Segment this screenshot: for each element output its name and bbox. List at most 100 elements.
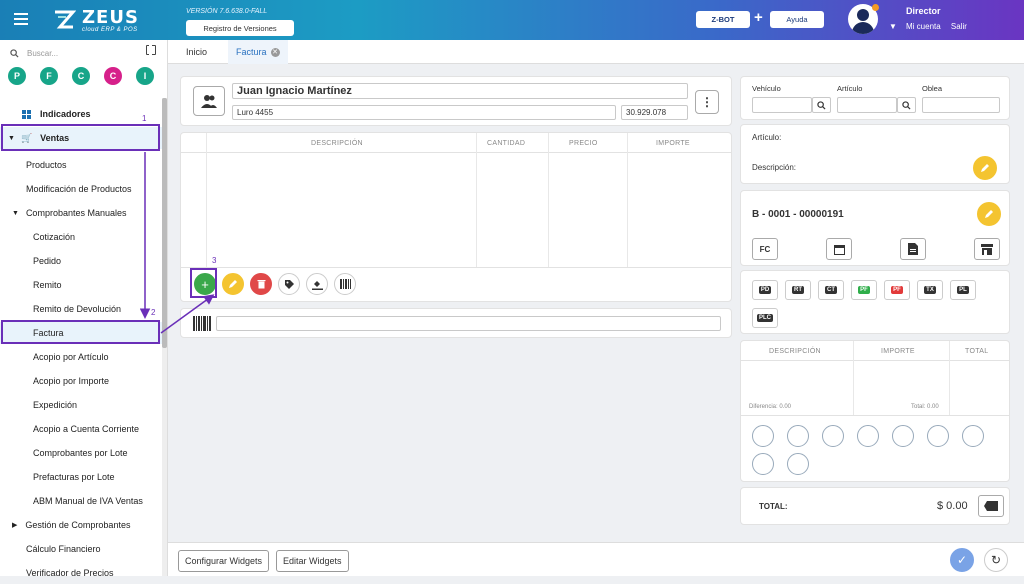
confirm-check-button[interactable]: ✓ bbox=[950, 548, 974, 572]
oblea-input[interactable] bbox=[922, 97, 1000, 113]
document-button[interactable] bbox=[900, 238, 926, 260]
doc-type-tx[interactable]: TX bbox=[917, 280, 943, 300]
sidebar-item-verificador-precios[interactable]: Verificador de Precios bbox=[0, 562, 162, 584]
articulo-search-button[interactable] bbox=[897, 97, 916, 113]
mi-cuenta-link[interactable]: Mi cuenta bbox=[906, 22, 941, 31]
wallet-icon[interactable] bbox=[822, 425, 844, 447]
sidebar-item-label: Indicadores bbox=[40, 109, 91, 119]
chevron-down-icon[interactable]: ▼ bbox=[889, 22, 897, 31]
col-precio: PRECIO bbox=[569, 140, 598, 147]
favorite-c[interactable]: C bbox=[72, 67, 90, 85]
articulo-input[interactable] bbox=[837, 97, 897, 113]
debit-card-icon[interactable] bbox=[857, 425, 879, 447]
tag-button[interactable] bbox=[278, 273, 300, 295]
edit-article-button[interactable] bbox=[973, 156, 997, 180]
doc-type-pd[interactable]: PD bbox=[752, 280, 778, 300]
search-input[interactable]: Buscar... bbox=[27, 49, 58, 58]
doc-type-rt[interactable]: RT bbox=[785, 280, 811, 300]
calendar-button[interactable] bbox=[826, 238, 852, 260]
sidebar-item-comprobantes-lote[interactable]: Comprobantes por Lote bbox=[0, 442, 162, 464]
client-address-field[interactable]: Luro 4455 bbox=[232, 105, 616, 120]
refresh-icon[interactable]: ↻ bbox=[984, 548, 1008, 572]
comprobante-type-button[interactable]: FC bbox=[752, 238, 778, 260]
barcode-input[interactable] bbox=[216, 316, 721, 331]
vehiculo-search-button[interactable] bbox=[812, 97, 831, 113]
doc-type-pl[interactable]: PL bbox=[950, 280, 976, 300]
doc-type-label: PL bbox=[957, 286, 969, 294]
doc-type-plc[interactable]: PLC bbox=[752, 308, 778, 328]
tab-factura[interactable]: Factura ✕ bbox=[228, 40, 288, 64]
doc-type-label: PLC bbox=[757, 314, 773, 322]
salir-link[interactable]: Salir bbox=[951, 22, 967, 31]
cash-payment-icon[interactable] bbox=[752, 425, 774, 447]
barcode-scan-icon bbox=[193, 316, 211, 331]
vehiculo-label: Vehículo bbox=[752, 84, 781, 93]
favorite-i[interactable]: I bbox=[136, 67, 154, 85]
sidebar-item-cotizacion[interactable]: Cotización bbox=[0, 226, 162, 248]
voucher-icon[interactable] bbox=[787, 453, 809, 475]
favorite-f[interactable]: F bbox=[40, 67, 58, 85]
credit-card-icon[interactable] bbox=[787, 425, 809, 447]
favorite-c2[interactable]: C bbox=[104, 67, 122, 85]
sidebar-item-label: Verificador de Precios bbox=[26, 568, 114, 578]
doc-type-pf-green[interactable]: PF bbox=[851, 280, 877, 300]
edit-item-button[interactable] bbox=[222, 273, 244, 295]
bottom-bar: Configurar Widgets Editar Widgets ✓ ↻ bbox=[168, 542, 1024, 576]
sidebar-item-comprobantes-manuales[interactable]: ▼ Comprobantes Manuales bbox=[0, 202, 162, 224]
coins-icon[interactable] bbox=[927, 425, 949, 447]
check-payment-icon[interactable] bbox=[962, 425, 984, 447]
sidebar-item-indicadores[interactable]: Indicadores bbox=[0, 103, 162, 125]
sidebar-item-acopio-importe[interactable]: Acopio por Importe bbox=[0, 370, 162, 392]
close-icon[interactable]: ✕ bbox=[270, 47, 280, 57]
descripcion-info-label: Descripción: bbox=[752, 163, 797, 172]
paint-bucket-icon bbox=[311, 280, 323, 290]
bank-icon[interactable] bbox=[892, 425, 914, 447]
edit-comprobante-button[interactable] bbox=[977, 202, 1001, 226]
document-icon bbox=[908, 243, 918, 255]
sidebar-item-label: Cotización bbox=[33, 232, 76, 242]
expand-icon[interactable] bbox=[146, 44, 156, 56]
total-small-label: Total: 0.00 bbox=[911, 404, 939, 410]
editar-widgets-button[interactable]: Editar Widgets bbox=[276, 550, 349, 572]
step-2-label: 2 bbox=[151, 308, 156, 317]
hamburger-menu-icon[interactable] bbox=[14, 13, 28, 25]
client-name-field[interactable]: Juan Ignacio Martínez bbox=[232, 83, 688, 99]
sidebar-item-label: ABM Manual de IVA Ventas bbox=[33, 496, 143, 506]
sidebar-item-expedicion[interactable]: Expedición bbox=[0, 394, 162, 416]
sidebar-item-modificacion-productos[interactable]: Modificación de Productos bbox=[0, 178, 162, 200]
registro-versiones-button[interactable]: Registro de Versiones bbox=[186, 20, 294, 36]
sidebar-item-gestion-comprobantes[interactable]: ▶ Gestión de Comprobantes bbox=[0, 514, 162, 536]
sidebar-item-calculo-financiero[interactable]: Cálculo Financiero bbox=[0, 538, 162, 560]
doc-type-label: PF bbox=[891, 286, 903, 294]
qr-code-icon[interactable] bbox=[752, 453, 774, 475]
doc-type-ct[interactable]: CT bbox=[818, 280, 844, 300]
keyboard-icon bbox=[984, 501, 998, 511]
delete-item-button[interactable] bbox=[250, 273, 272, 295]
configurar-widgets-button[interactable]: Configurar Widgets bbox=[178, 550, 270, 572]
zbot-button[interactable]: Z-BOT bbox=[696, 11, 750, 28]
vehiculo-input[interactable] bbox=[752, 97, 812, 113]
doc-type-label: PF bbox=[858, 286, 870, 294]
doc-type-pf-red[interactable]: PF bbox=[884, 280, 910, 300]
sidebar-item-remito[interactable]: Remito bbox=[0, 274, 162, 296]
sidebar-item-acopio-cuenta-corriente[interactable]: Acopio a Cuenta Corriente bbox=[0, 418, 162, 440]
oblea-label: Oblea bbox=[922, 84, 943, 93]
sidebar-item-remito-devolucion[interactable]: Remito de Devolución bbox=[0, 298, 162, 320]
sidebar-item-pedido[interactable]: Pedido bbox=[0, 250, 162, 272]
more-options-icon[interactable]: ⋮ bbox=[695, 90, 719, 114]
sidebar-search[interactable]: Buscar... bbox=[10, 46, 160, 60]
sidebar-item-abm-iva-ventas[interactable]: ABM Manual de IVA Ventas bbox=[0, 490, 162, 512]
sidebar-item-acopio-articulo[interactable]: Acopio por Artículo bbox=[0, 346, 162, 368]
client-select-button[interactable] bbox=[193, 86, 225, 116]
ayuda-button[interactable]: Ayuda bbox=[770, 11, 824, 28]
sidebar-item-productos[interactable]: Productos bbox=[0, 154, 162, 176]
favorite-p[interactable]: P bbox=[8, 67, 26, 85]
keyboard-button[interactable] bbox=[978, 495, 1004, 517]
fill-button[interactable] bbox=[306, 273, 328, 295]
store-button[interactable] bbox=[974, 238, 1000, 260]
sidebar-scroll-thumb[interactable] bbox=[162, 98, 167, 348]
barcode-button[interactable] bbox=[334, 273, 356, 295]
sidebar-item-prefacturas-lote[interactable]: Prefacturas por Lote bbox=[0, 466, 162, 488]
client-cuit-field[interactable]: 30.929.078 bbox=[621, 105, 688, 120]
tab-inicio[interactable]: Inicio bbox=[186, 40, 207, 64]
